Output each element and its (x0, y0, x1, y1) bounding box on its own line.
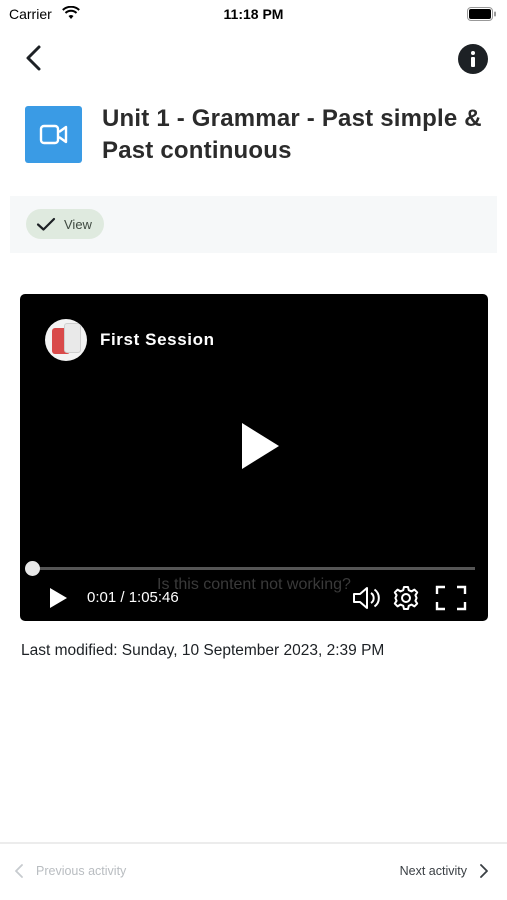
page-title: Unit 1 - Grammar - Past simple & Past co… (102, 105, 482, 164)
chevron-left-icon (26, 45, 41, 71)
previous-activity-label: Previous activity (36, 864, 127, 878)
status-bar: Carrier 11:18 PM (0, 0, 507, 30)
activity-navigation: Previous activity Next activity (0, 842, 507, 900)
volume-icon[interactable] (351, 584, 383, 612)
last-modified-text: Last modified: Sunday, 10 September 2023… (21, 642, 385, 659)
info-button[interactable] (458, 44, 488, 74)
settings-gear-icon[interactable] (392, 584, 420, 612)
back-button[interactable] (20, 42, 50, 74)
battery-icon (467, 7, 496, 21)
time-display: 0:01 / 1:05:46 (87, 589, 179, 606)
play-icon[interactable] (238, 420, 282, 472)
completion-badge-view: View (26, 209, 104, 239)
channel-avatar[interactable] (45, 319, 87, 361)
completion-bar: View (10, 196, 497, 253)
progress-scrubber[interactable] (25, 561, 40, 576)
progress-bar[interactable] (32, 567, 475, 570)
video-title[interactable]: First Session (100, 330, 215, 350)
video-camera-icon (39, 124, 68, 145)
chevron-right-icon (480, 864, 488, 878)
module-icon (25, 106, 82, 163)
check-icon (36, 217, 56, 231)
status-time: 11:18 PM (223, 6, 284, 22)
chevron-left-icon (15, 864, 23, 878)
previous-activity-button[interactable]: Previous activity (14, 864, 126, 878)
next-activity-button[interactable]: Next activity (400, 864, 489, 878)
completion-label: View (64, 216, 92, 232)
play-button-icon[interactable] (48, 586, 68, 610)
next-activity-label: Next activity (399, 864, 467, 878)
fullscreen-icon[interactable] (434, 584, 468, 612)
video-player[interactable]: First Session Is this content not workin… (20, 294, 488, 621)
